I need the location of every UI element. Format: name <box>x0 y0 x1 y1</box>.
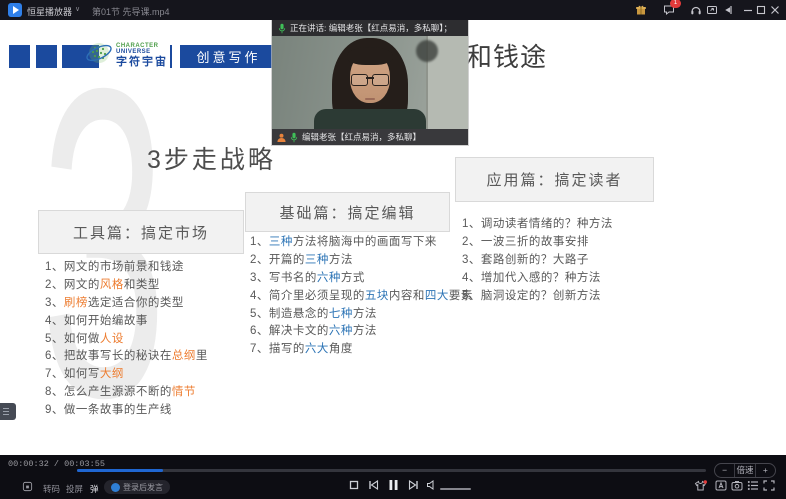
speed-control: − 倍速 + <box>714 463 776 478</box>
list-item: 3、写书名的六种方式 <box>250 268 473 286</box>
speed-decrease-button[interactable]: − <box>715 464 734 477</box>
notification-badge: 1 <box>670 0 681 8</box>
tools-list: 1、网文的市场前景和钱途2、网文的风格和类型3、刷榜选定适合你的类型4、如何开始… <box>45 257 208 418</box>
player-window: 恒星播放器 ∨ 第01节 先导课.mp4 1 <box>0 0 786 499</box>
course-category-label: 创意写作 <box>180 45 277 68</box>
brand-divider <box>170 45 172 68</box>
speed-label[interactable]: 倍速 <box>734 464 755 477</box>
mic-icon <box>290 132 298 143</box>
person-bangs <box>347 47 393 65</box>
person-mouth <box>365 98 375 100</box>
list-item: 4、简介里必须呈现的五块内容和四大要素 <box>250 286 473 304</box>
gift-icon[interactable] <box>634 3 648 17</box>
brand-logo-en2: UNIVERSE <box>116 49 168 55</box>
brand-square <box>9 45 30 68</box>
playlist-icon[interactable] <box>22 481 33 492</box>
video-area[interactable]: 3 CHARACTER UNIVERSE 字符宇宙 创意写作 和钱 <box>0 20 786 455</box>
list-item: 5、制造悬念的七种方法 <box>250 304 473 322</box>
basics-list: 1、三种方法将脑海中的画面写下来2、开篇的三种方法3、写书名的六种方式4、简介里… <box>250 232 473 357</box>
side-panel-handle[interactable] <box>0 403 16 420</box>
person-body <box>314 109 426 129</box>
message-icon[interactable]: 1 <box>662 3 676 17</box>
progress-fill <box>77 469 163 472</box>
mic-icon <box>278 23 286 34</box>
webcam-overlay[interactable]: 正在讲话: 编辑老张【红点易消，多私聊】； <box>272 20 468 145</box>
person-glasses <box>351 74 389 85</box>
section-header-tools: 工具篇：搞定市场 <box>38 210 244 254</box>
list-item: 8、怎么产生源源不断的情节 <box>45 382 208 400</box>
list-item: 2、一波三折的故事安排 <box>462 232 613 250</box>
title-bar: 恒星播放器 ∨ 第01节 先导课.mp4 1 <box>0 0 786 20</box>
cast-button[interactable]: 投屏 <box>66 483 83 495</box>
brand-logo-cn: 字符宇宙 <box>116 57 168 68</box>
login-pill-label: 登录后发言 <box>123 482 163 493</box>
progress-bar[interactable] <box>77 469 706 472</box>
speaker-name: 编辑老张【红点易消，多私聊】 <box>302 131 421 143</box>
transcode-button[interactable]: 转码 <box>43 483 60 495</box>
fullscreen-icon[interactable] <box>763 480 775 491</box>
webcam-video <box>272 36 468 129</box>
list-item: 3、刷榜选定适合你的类型 <box>45 293 208 311</box>
file-name: 第01节 先导课.mp4 <box>92 5 170 18</box>
maximize-button[interactable] <box>754 3 768 17</box>
speed-increase-button[interactable]: + <box>756 464 775 477</box>
pause-button[interactable] <box>388 479 399 491</box>
brand-logo-text: CHARACTER UNIVERSE 字符宇宙 <box>116 43 168 68</box>
list-item: 4、增加代入感的？种方法 <box>462 268 613 286</box>
list-item: 6、解决卡文的六种方法 <box>250 321 473 339</box>
list-item: 2、网文的风格和类型 <box>45 275 208 293</box>
slide-title-partial: 和钱途 <box>466 37 547 74</box>
speaking-indicator-bar: 正在讲话: 编辑老张【红点易消，多私聊】； <box>272 20 468 36</box>
speaking-label: 正在讲话: 编辑老张【红点易消，多私聊】； <box>290 22 452 34</box>
chevron-down-icon[interactable]: ∨ <box>75 5 80 13</box>
next-button[interactable] <box>408 480 419 490</box>
player-control-bar: 00:00:32 / 00:03:55 − 倍速 + 转码 投屏 弹 登录后发言 <box>0 455 786 499</box>
capture-icon[interactable] <box>705 3 719 17</box>
application-list: 1、调动读者情绪的？种方法2、一波三折的故事安排3、套路创新的？大路子4、增加代… <box>462 214 613 303</box>
section-header-basics: 基础篇：搞定编辑 <box>245 192 450 232</box>
playqueue-icon[interactable] <box>747 480 759 491</box>
member-icon <box>277 133 286 142</box>
strategy-title: 3步走战略 <box>147 140 276 176</box>
list-item: 1、网文的市场前景和钱途 <box>45 257 208 275</box>
list-item: 5、如何做人设 <box>45 329 208 347</box>
panel-icon[interactable] <box>721 3 735 17</box>
list-item: 1、调动读者情绪的？种方法 <box>462 214 613 232</box>
list-item: 7、描写的六大角度 <box>250 339 473 357</box>
volume-icon[interactable] <box>426 480 436 490</box>
stop-button[interactable] <box>349 480 359 490</box>
list-item: 4、如何开始编故事 <box>45 311 208 329</box>
list-item: 1、三种方法将脑海中的画面写下来 <box>250 232 473 250</box>
login-avatar-icon <box>111 483 120 492</box>
screenshot-icon[interactable] <box>731 480 743 491</box>
list-item: 5、脑洞设定的？创新方法 <box>462 286 613 304</box>
minimize-button[interactable] <box>741 3 755 17</box>
app-logo-icon <box>8 3 22 17</box>
headset-icon[interactable] <box>689 3 703 17</box>
volume-slider[interactable] <box>440 488 471 490</box>
login-to-comment-button[interactable]: 登录后发言 <box>104 480 170 494</box>
webcam-name-bar: 编辑老张【红点易消，多私聊】 <box>272 129 468 145</box>
list-item: 9、做一条故事的生产线 <box>45 400 208 418</box>
app-menu[interactable]: 恒星播放器 <box>27 5 72 18</box>
previous-button[interactable] <box>368 480 379 490</box>
list-item: 7、如何写大纲 <box>45 364 208 382</box>
list-item: 2、开篇的三种方法 <box>250 250 473 268</box>
brand-square <box>36 45 57 68</box>
skin-icon[interactable] <box>694 480 707 492</box>
close-button[interactable] <box>768 3 782 17</box>
background-object <box>416 40 438 62</box>
danmaku-toggle[interactable]: 弹 <box>90 483 99 495</box>
list-item: 6、把故事写长的秘诀在总纲里 <box>45 346 208 364</box>
subtitle-icon[interactable] <box>715 480 727 491</box>
brand-globe-icon <box>84 39 114 74</box>
section-header-application: 应用篇：搞定读者 <box>455 157 654 202</box>
time-display: 00:00:32 / 00:03:55 <box>8 459 105 469</box>
list-item: 3、套路创新的？大路子 <box>462 250 613 268</box>
